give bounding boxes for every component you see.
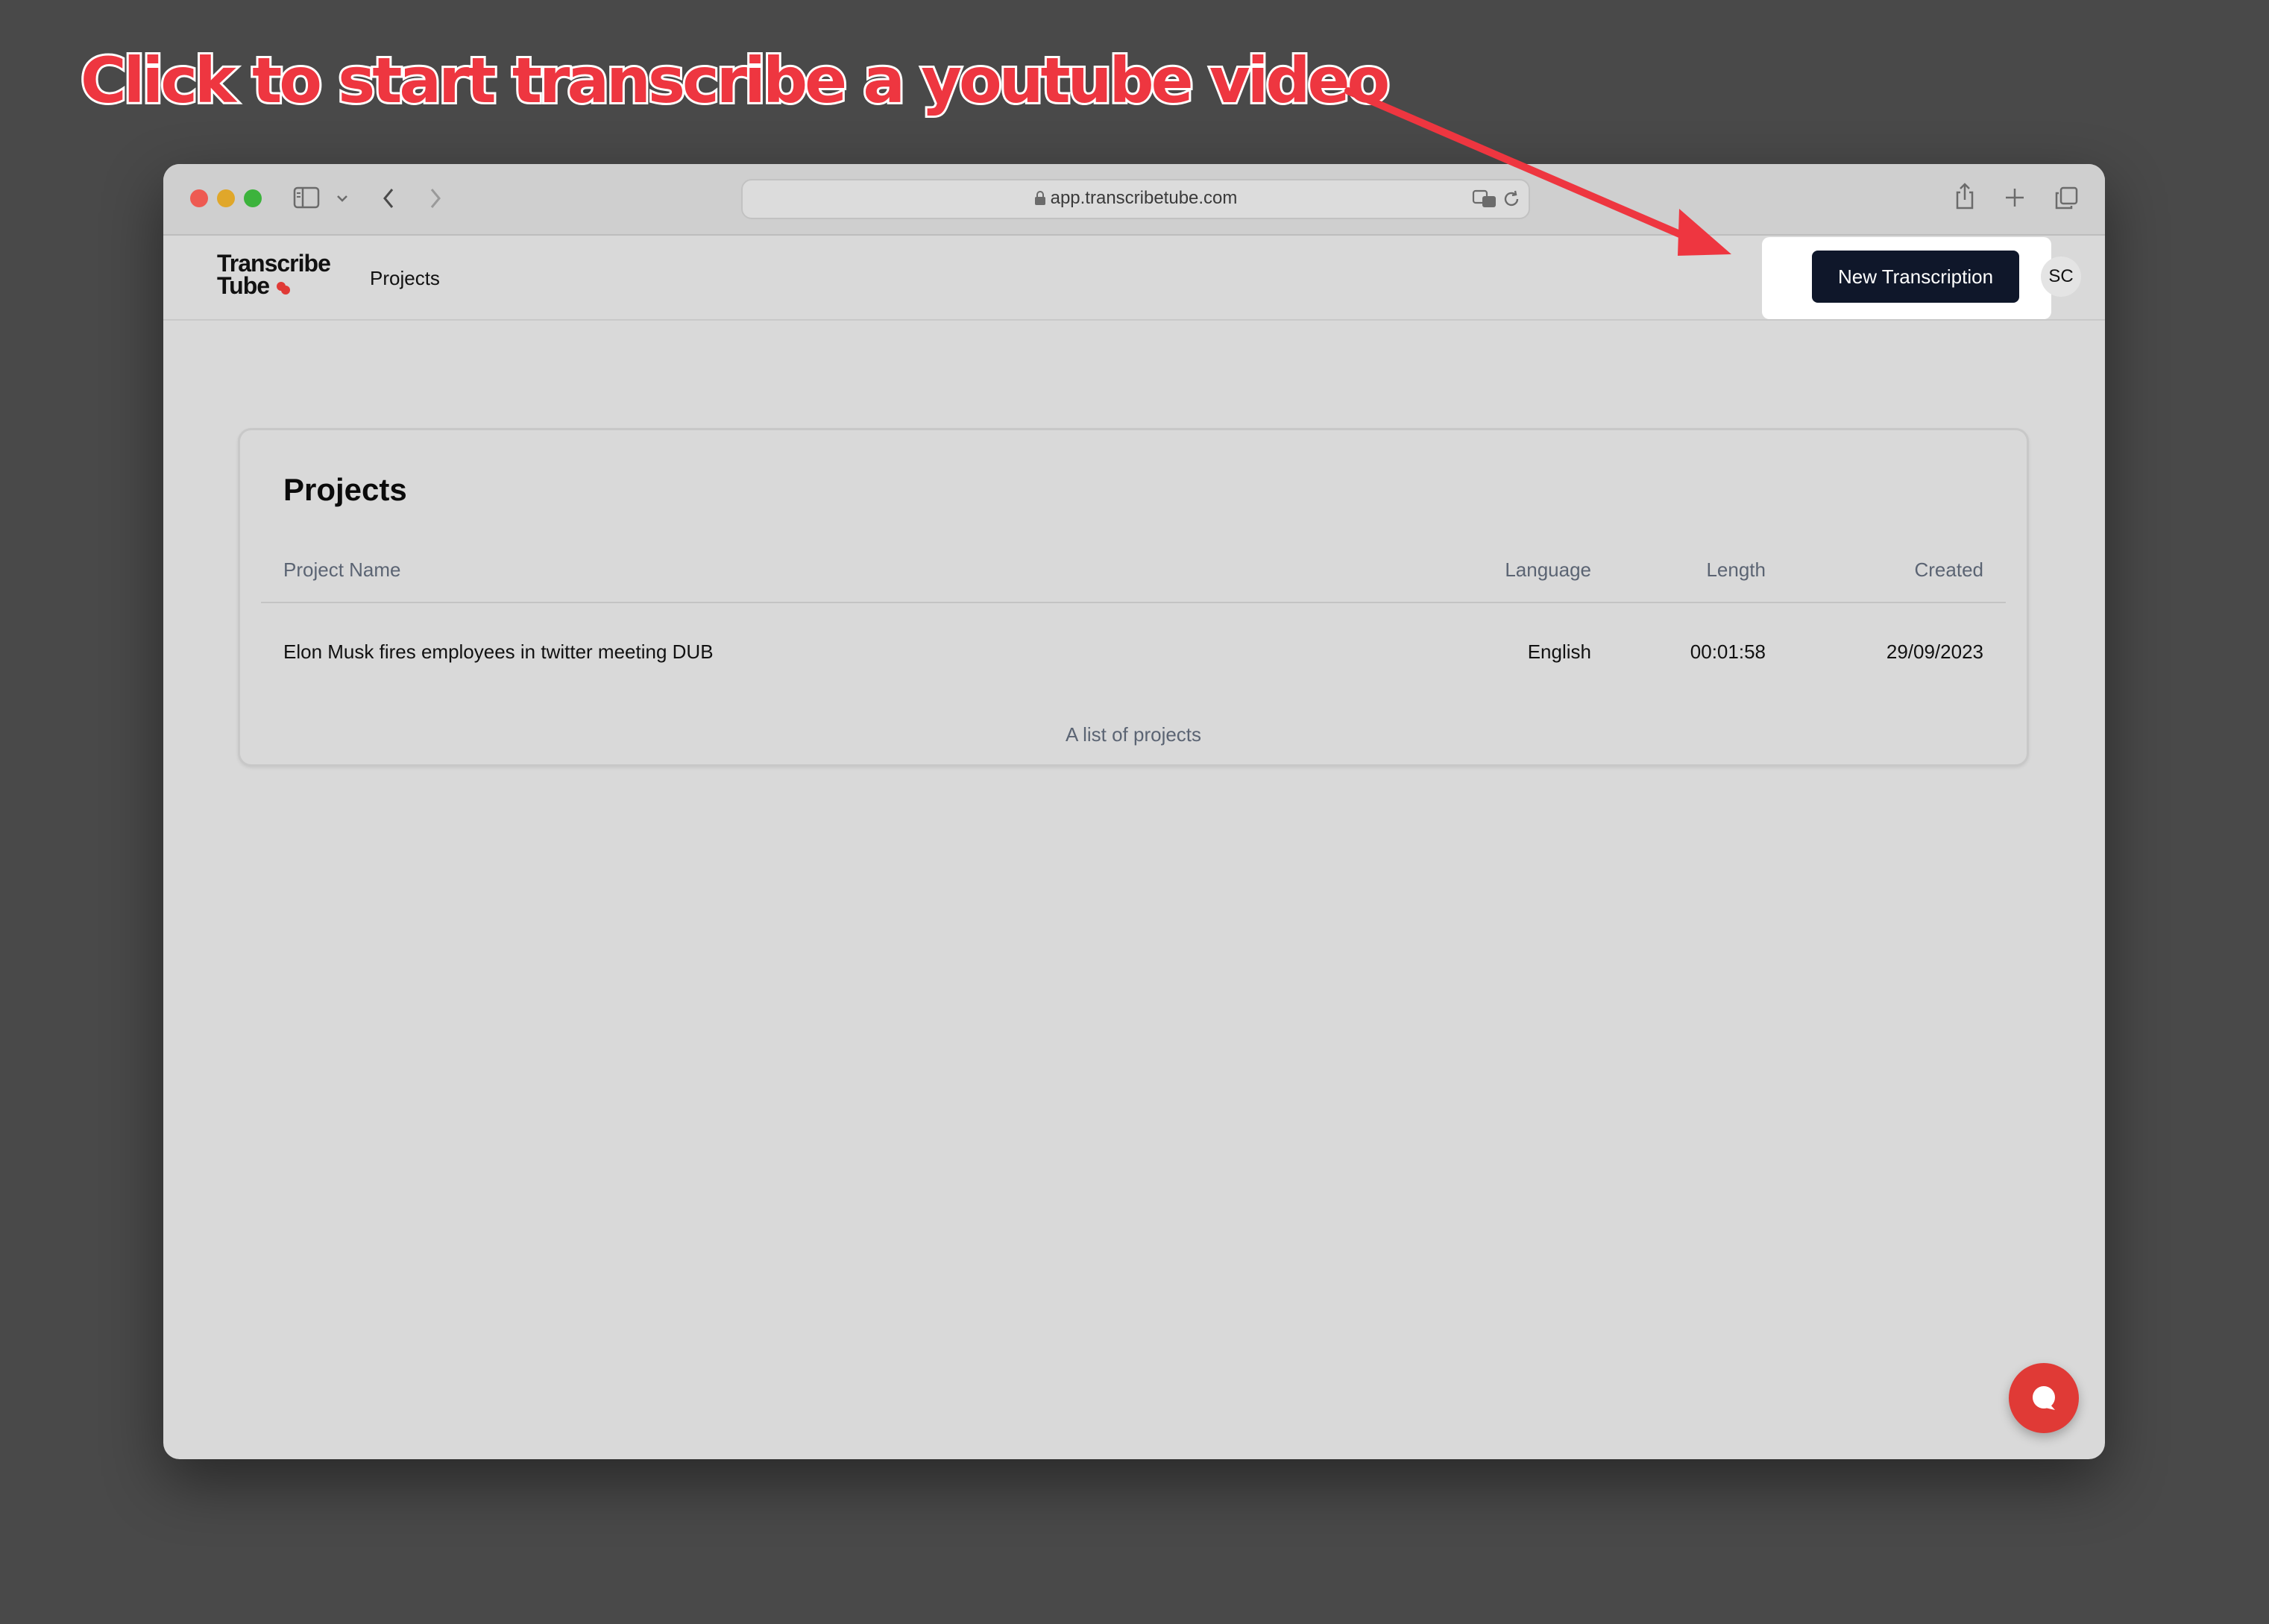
chevron-down-icon[interactable] (336, 194, 348, 203)
close-window-button[interactable] (190, 189, 208, 207)
length-cell: 00:01:58 (1690, 641, 1766, 663)
back-icon[interactable] (381, 186, 396, 210)
nav-projects-link[interactable]: Projects (370, 267, 440, 290)
lock-icon (1034, 191, 1045, 205)
projects-card: Projects Project Name Language Length Cr… (238, 428, 2029, 767)
chat-launcher-button[interactable] (2009, 1363, 2079, 1433)
forward-icon[interactable] (428, 186, 443, 210)
url-text: app.transcribetube.com (1050, 188, 1238, 208)
plus-icon[interactable] (2004, 187, 2025, 208)
table-header-divider (261, 602, 2006, 603)
browser-window: app.transcribetube.com Transcribe Tube P… (163, 164, 2105, 1459)
annotation-text: Click to start transcribe a youtube vide… (78, 42, 1392, 119)
tabs-icon[interactable] (2054, 186, 2078, 210)
sidebar-icon[interactable] (293, 186, 320, 209)
zoom-window-button[interactable] (244, 189, 262, 207)
url-display: app.transcribetube.com (743, 188, 1529, 209)
browser-titlebar: app.transcribetube.com (163, 164, 2105, 236)
logo-mark-icon (276, 282, 290, 295)
language-cell: English (1527, 641, 1591, 663)
logo-line2: Tube (217, 272, 270, 299)
project-name-cell[interactable]: Elon Musk fires employees in twitter mee… (283, 641, 714, 664)
column-header-created: Created (1914, 558, 1984, 581)
transcribetube-logo[interactable]: Transcribe Tube (217, 250, 331, 299)
column-header-language: Language (1505, 558, 1591, 581)
column-header-length: Length (1706, 558, 1766, 581)
reload-icon[interactable] (1502, 189, 1521, 209)
translate-icon[interactable] (1472, 189, 1497, 209)
logo-line1: Transcribe (217, 250, 331, 277)
app-navbar: Transcribe Tube Projects New Transcripti… (163, 236, 2105, 321)
minimize-window-button[interactable] (217, 189, 235, 207)
chat-icon (2033, 1386, 2055, 1410)
share-icon[interactable] (1954, 182, 1975, 210)
new-transcription-button[interactable]: New Transcription (1812, 251, 2019, 303)
projects-title: Projects (283, 472, 407, 507)
created-cell: 29/09/2023 (1886, 641, 1983, 663)
user-avatar[interactable]: SC (2041, 256, 2081, 297)
column-header-project-name: Project Name (283, 558, 401, 581)
table-caption: A list of projects (1065, 723, 1202, 746)
address-bar[interactable]: app.transcribetube.com (741, 179, 1530, 219)
